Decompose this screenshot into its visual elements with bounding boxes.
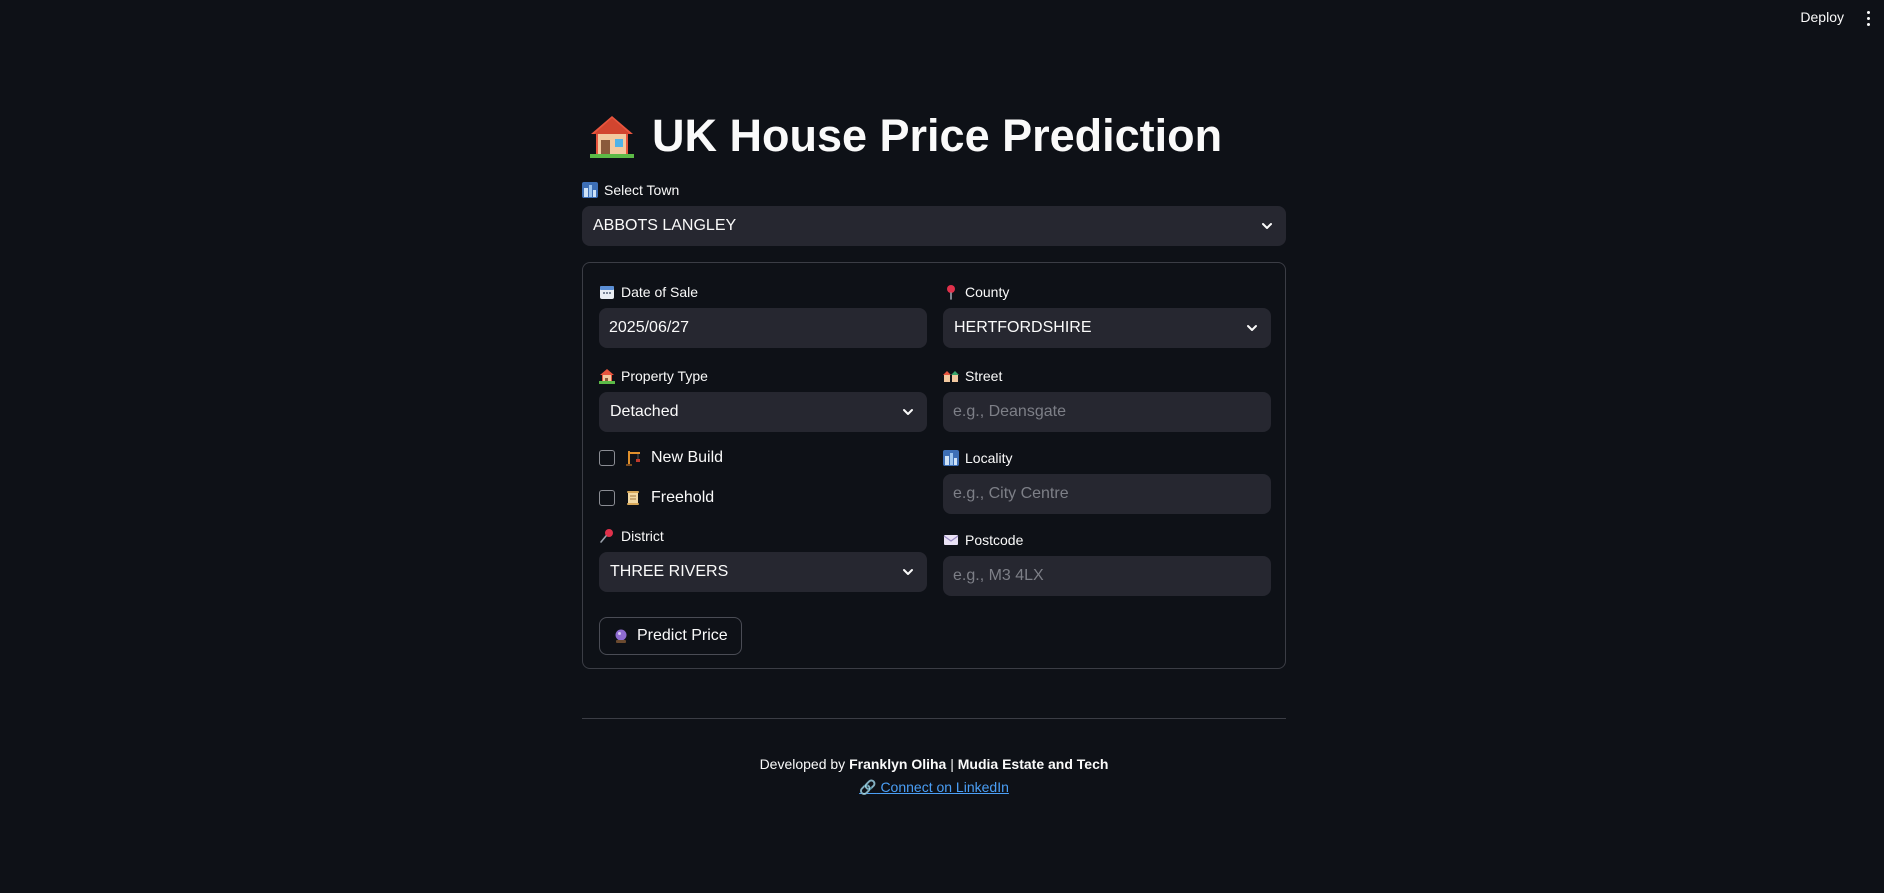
street-field: Street bbox=[943, 366, 1271, 432]
cityscape-icon bbox=[943, 450, 959, 466]
envelope-icon bbox=[943, 535, 959, 545]
date-label-text: Date of Sale bbox=[621, 284, 699, 300]
district-value: THREE RIVERS bbox=[610, 563, 729, 580]
chevron-down-icon bbox=[903, 409, 913, 415]
footer-company: Mudia Estate and Tech bbox=[957, 756, 1109, 772]
pushpin-icon bbox=[600, 529, 613, 543]
chevron-down-icon bbox=[1262, 223, 1272, 229]
county-label: County bbox=[943, 282, 1271, 302]
property-type-field: Property Type Detached bbox=[599, 366, 927, 432]
link-icon: 🔗 bbox=[859, 779, 877, 795]
street-label: Street bbox=[943, 366, 1271, 386]
house-icon bbox=[590, 116, 634, 158]
county-select[interactable]: HERTFORDSHIRE bbox=[943, 308, 1271, 348]
locality-field: Locality bbox=[943, 448, 1271, 514]
postcode-field: Postcode bbox=[943, 530, 1271, 596]
town-select[interactable]: ABBOTS LANGLEY bbox=[582, 206, 1286, 246]
chevron-down-icon bbox=[903, 569, 913, 575]
town-label: Select Town bbox=[582, 180, 1286, 200]
postcode-input[interactable] bbox=[943, 556, 1271, 596]
main-content: UK House Price Prediction Select Town AB… bbox=[582, 106, 1286, 669]
date-field: Date of Sale bbox=[599, 282, 927, 348]
form-right-column: County HERTFORDSHIRE Street e.g., Deansg… bbox=[943, 282, 1271, 596]
houses-icon bbox=[943, 371, 959, 382]
locality-label: Locality bbox=[943, 448, 1271, 468]
crystal-ball-icon bbox=[615, 629, 627, 643]
district-field: District THREE RIVERS bbox=[599, 526, 927, 592]
district-select[interactable]: THREE RIVERS bbox=[599, 552, 927, 592]
main-menu-icon[interactable] bbox=[1860, 8, 1876, 28]
district-label: District bbox=[599, 526, 927, 546]
street-input[interactable] bbox=[943, 392, 1271, 432]
predict-price-button[interactable]: Predict Price bbox=[599, 617, 742, 655]
cityscape-icon bbox=[582, 182, 598, 198]
district-label-text: District bbox=[621, 528, 664, 544]
footer: Developed by Franklyn Oliha | Mudia Esta… bbox=[582, 753, 1286, 799]
deploy-button[interactable]: Deploy bbox=[1800, 9, 1844, 25]
postcode-label: Postcode bbox=[943, 530, 1271, 550]
footer-divider bbox=[582, 718, 1286, 719]
property-type-value: Detached bbox=[610, 403, 679, 420]
form-left-column: Date of Sale Property Type Detached bbox=[599, 282, 927, 592]
footer-prefix: Developed by bbox=[759, 756, 850, 772]
calendar-icon bbox=[600, 286, 614, 299]
postcode-label-text: Postcode bbox=[965, 532, 1024, 548]
footer-credit: Developed by Franklyn Oliha | Mudia Esta… bbox=[582, 753, 1286, 776]
property-type-label-text: Property Type bbox=[621, 368, 708, 384]
footer-author: Franklyn Oliha bbox=[849, 756, 947, 772]
footer-separator: | bbox=[946, 756, 958, 772]
map-pin-icon bbox=[947, 285, 955, 300]
new-build-checkbox[interactable]: New Build bbox=[599, 446, 927, 470]
linkedin-link[interactable]: 🔗 Connect on LinkedIn bbox=[859, 779, 1009, 795]
town-select-value: ABBOTS LANGLEY bbox=[593, 217, 737, 234]
street-label-text: Street bbox=[965, 368, 1003, 384]
new-build-box[interactable] bbox=[599, 450, 615, 466]
predict-price-label: Predict Price bbox=[637, 627, 728, 644]
chevron-down-icon bbox=[1247, 325, 1257, 331]
scroll-icon bbox=[627, 491, 639, 505]
property-type-label: Property Type bbox=[599, 366, 927, 386]
page-title-text: UK House Price Prediction bbox=[652, 110, 1223, 161]
locality-input[interactable] bbox=[943, 474, 1271, 514]
county-field: County HERTFORDSHIRE bbox=[943, 282, 1271, 348]
prediction-form: Date of Sale Property Type Detached bbox=[582, 262, 1286, 669]
new-build-label: New Build bbox=[651, 449, 724, 466]
property-type-select[interactable]: Detached bbox=[599, 392, 927, 432]
county-label-text: County bbox=[965, 284, 1010, 300]
locality-label-text: Locality bbox=[965, 450, 1013, 466]
freehold-box[interactable] bbox=[599, 490, 615, 506]
footer-link-row: 🔗 Connect on LinkedIn bbox=[582, 776, 1286, 799]
linkedin-link-label: Connect on LinkedIn bbox=[880, 779, 1009, 795]
town-label-text: Select Town bbox=[604, 182, 680, 198]
house-garden-icon bbox=[599, 369, 615, 384]
app-toolbar: Deploy bbox=[0, 0, 1884, 36]
date-input[interactable] bbox=[599, 308, 927, 348]
freehold-checkbox[interactable]: Freehold bbox=[599, 486, 927, 510]
freehold-label: Freehold bbox=[651, 489, 715, 506]
county-value: HERTFORDSHIRE bbox=[954, 319, 1092, 336]
page-title: UK House Price Prediction bbox=[582, 106, 1286, 166]
date-label: Date of Sale bbox=[599, 282, 927, 302]
crane-icon bbox=[626, 451, 640, 466]
